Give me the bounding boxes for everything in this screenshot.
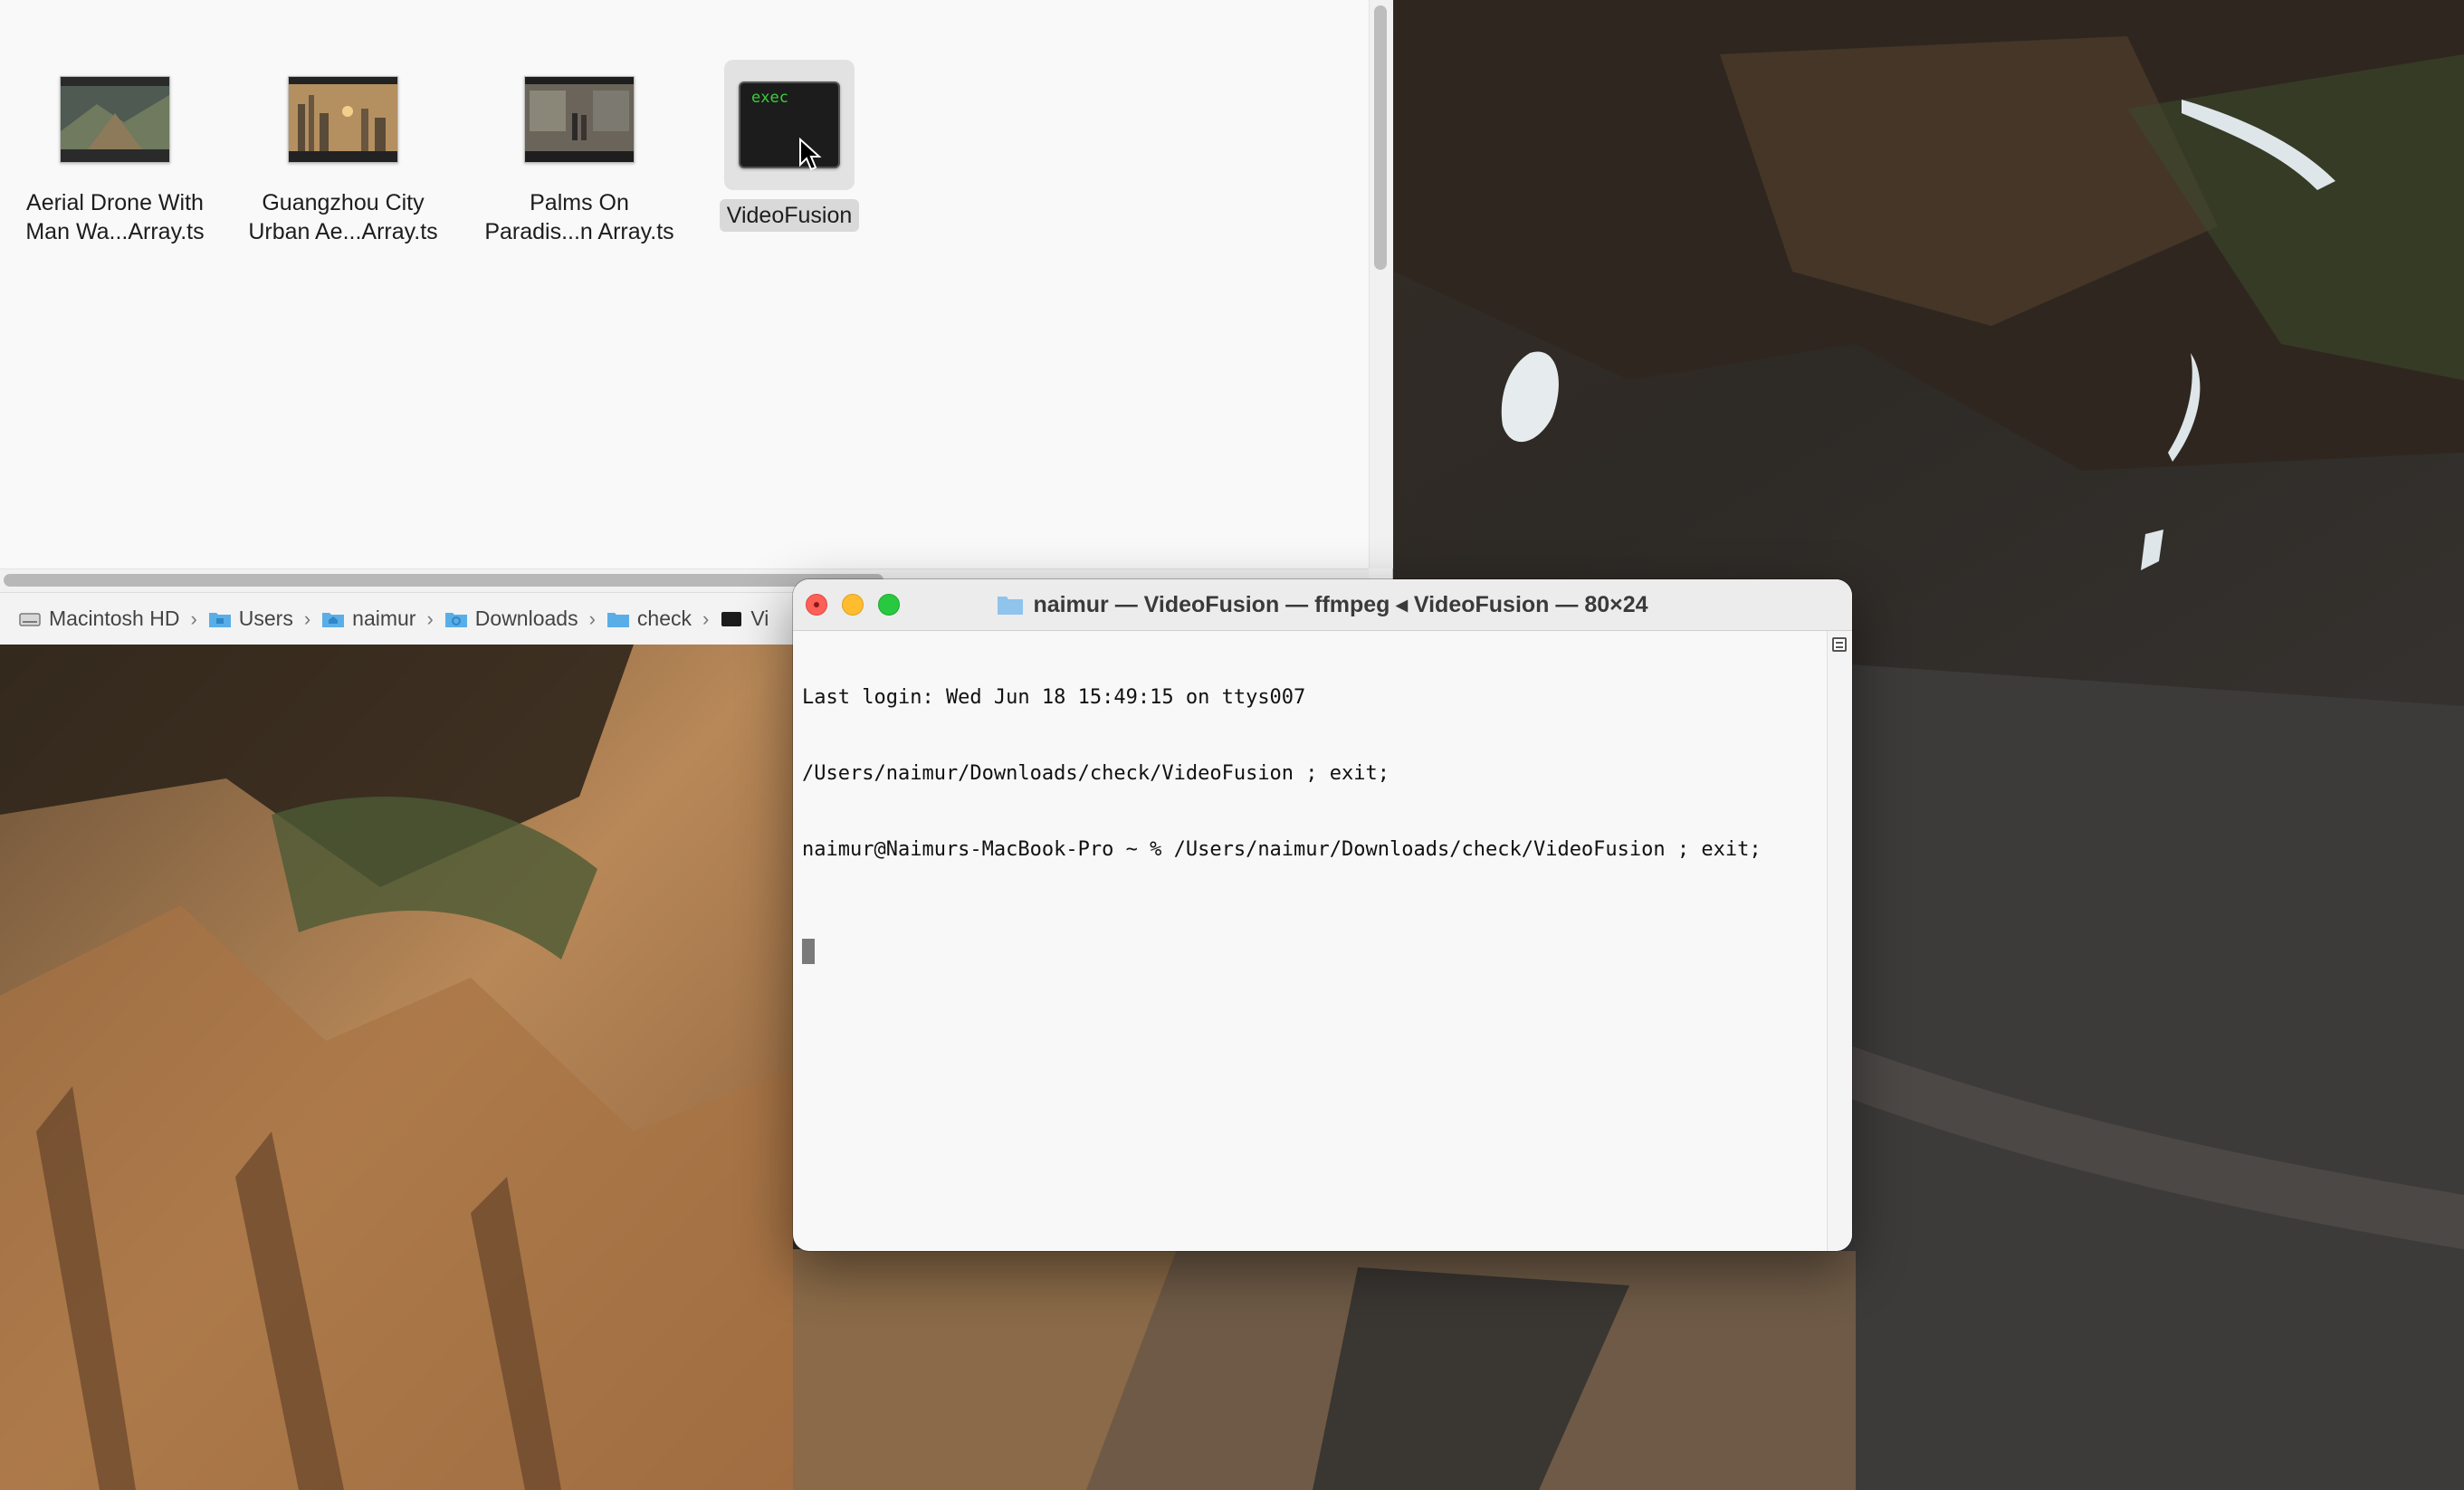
- path-separator: ›: [588, 607, 596, 630]
- terminal-output[interactable]: Last login: Wed Jun 18 15:49:15 on ttys0…: [793, 631, 1827, 1251]
- path-item-videofusion[interactable]: Vi: [720, 607, 769, 631]
- video-thumbnail-room-scene: [525, 77, 634, 162]
- exec-icon: [721, 611, 742, 626]
- mouse-pointer-icon: [799, 138, 822, 171]
- file-name: Palms On Paradis...n Array.ts: [484, 190, 674, 244]
- file-thumbnail[interactable]: [43, 56, 187, 183]
- close-icon: [814, 602, 819, 607]
- terminal-line: Last login: Wed Jun 18 15:49:15 on ttys0…: [802, 686, 1306, 709]
- minimize-button[interactable]: [842, 594, 864, 616]
- path-item-macintosh-hd[interactable]: Macintosh HD: [18, 607, 179, 631]
- path-item-label: Macintosh HD: [49, 607, 180, 630]
- exec-icon-label: exec: [751, 89, 788, 107]
- video-thumbnail-aerial-drone: [61, 77, 169, 162]
- path-item-check[interactable]: check: [606, 607, 692, 631]
- path-item-naimur[interactable]: naimur: [321, 607, 415, 631]
- folder-icon: [208, 612, 231, 627]
- path-separator: ›: [190, 607, 197, 630]
- finder-window: Aerial Drone With Man Wa...Array.ts Guan…: [0, 0, 1393, 645]
- path-item-label: check: [636, 607, 692, 630]
- hard-drive-icon: [19, 612, 41, 626]
- text-cursor: [802, 939, 815, 964]
- path-item-label: naimur: [352, 607, 416, 630]
- terminal-line: naimur@Naimurs-MacBook-Pro ~ % /Users/na…: [802, 838, 1762, 861]
- path-item-users[interactable]: Users: [208, 607, 293, 631]
- zoom-button[interactable]: [878, 594, 900, 616]
- scroll-marks-icon[interactable]: [1832, 637, 1847, 652]
- file-thumbnail[interactable]: [271, 56, 415, 183]
- terminal-title: naimur — VideoFusion — ffmpeg ◂ VideoFus…: [793, 579, 1852, 630]
- path-item-downloads[interactable]: Downloads: [444, 607, 578, 631]
- path-separator: ›: [702, 607, 710, 630]
- path-item-label: Vi: [750, 607, 769, 630]
- terminal-title-text: naimur — VideoFusion — ffmpeg ◂ VideoFus…: [1033, 592, 1648, 617]
- terminal-title-bar[interactable]: naimur — VideoFusion — ffmpeg ◂ VideoFus…: [793, 579, 1852, 631]
- file-thumbnail[interactable]: [507, 56, 652, 183]
- vertical-scroll-thumb[interactable]: [1374, 5, 1387, 270]
- path-separator: ›: [303, 607, 311, 630]
- home-folder-icon: [322, 612, 345, 627]
- terminal-scrollbar[interactable]: [1827, 631, 1852, 1251]
- downloads-folder-icon: [444, 612, 467, 627]
- exec-icon: exec: [739, 81, 840, 168]
- folder-icon: [998, 597, 1024, 615]
- file-name: Guangzhou City Urban Ae...Array.ts: [248, 190, 438, 244]
- path-separator: ›: [426, 607, 434, 630]
- file-thumbnail[interactable]: exec: [724, 60, 855, 190]
- file-item-selected[interactable]: exec VideoFusion: [681, 60, 898, 259]
- folder-icon: [606, 612, 629, 627]
- terminal-line: /Users/naimur/Downloads/check/VideoFusio…: [802, 762, 1390, 785]
- video-thumbnail-city-skyline: [289, 77, 397, 162]
- file-name: VideoFusion: [719, 199, 860, 232]
- path-item-label: Users: [238, 607, 293, 630]
- file-item[interactable]: Palms On Paradis...n Array.ts: [471, 56, 688, 255]
- terminal-window[interactable]: naimur — VideoFusion — ffmpeg ◂ VideoFus…: [793, 579, 1852, 1251]
- close-button[interactable]: [806, 594, 827, 616]
- path-item-label: Downloads: [474, 607, 578, 630]
- finder-icon-view[interactable]: Aerial Drone With Man Wa...Array.ts Guan…: [0, 0, 1369, 568]
- horizontal-scroll-thumb[interactable]: [4, 574, 883, 587]
- file-name: Aerial Drone With Man Wa...Array.ts: [25, 190, 205, 244]
- file-item[interactable]: Guangzhou City Urban Ae...Array.ts: [234, 56, 452, 255]
- file-item[interactable]: Aerial Drone With Man Wa...Array.ts: [6, 56, 224, 255]
